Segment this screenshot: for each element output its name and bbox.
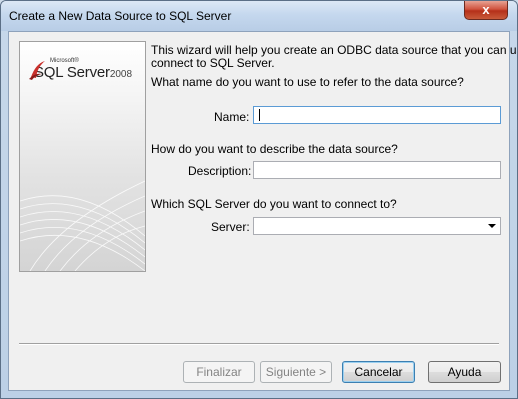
next-button[interactable]: Siguiente > [260,361,332,383]
name-label: Name: [214,110,250,124]
server-question: Which SQL Server do you want to connect … [151,197,397,211]
name-input[interactable] [253,106,501,124]
intro-line-1: This wizard will help you create an ODBC… [151,43,518,57]
description-label: Description: [188,164,252,178]
description-question: How do you want to describe the data sou… [151,142,398,156]
name-question: What name do you want to use to refer to… [151,75,464,89]
cancel-button[interactable]: Cancelar [342,361,415,383]
close-icon: x [482,2,490,17]
dialog-body: Microsoft® SQL Server2008 This wizard wi… [8,31,517,391]
text-caret [259,109,260,121]
sql-server-logo: Microsoft® SQL Server2008 [29,58,133,81]
dialog-window: Create a New Data Source to SQL Server x… [0,0,518,399]
server-label: Server: [211,220,250,234]
window-title: Create a New Data Source to SQL Server [9,9,232,23]
logo-brand: Microsoft® [50,58,79,64]
product-banner: Microsoft® SQL Server2008 [19,41,146,272]
logo-version: 2008 [109,69,133,80]
title-bar[interactable]: Create a New Data Source to SQL Server x [1,1,517,31]
server-select[interactable] [253,217,501,235]
footer-separator [19,343,499,345]
description-input[interactable] [253,161,501,179]
intro-line-2: connect to SQL Server. [151,56,275,70]
banner-wave-graphic [20,180,145,271]
finish-button[interactable]: Finalizar [183,361,255,383]
close-button[interactable]: x [464,1,508,20]
help-button[interactable]: Ayuda [428,361,501,383]
chevron-down-icon[interactable] [488,224,496,228]
sql-server-swirl-icon [29,61,45,80]
